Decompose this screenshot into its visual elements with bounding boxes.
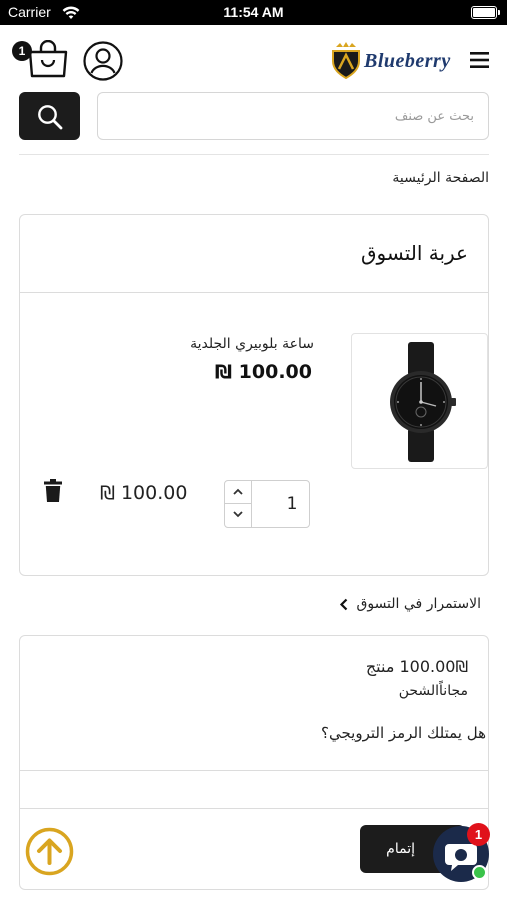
brand-logo[interactable]: Blueberry [330,41,455,81]
divider [20,808,488,809]
divider [20,770,488,771]
status-time: 11:54 AM [223,4,284,20]
line-total: ₪ 100.00 [100,482,188,504]
logo-text: Blueberry [364,50,451,72]
continue-shopping-link[interactable]: الاستمرار في التسوق [339,596,481,612]
chevron-left-icon [340,598,348,610]
product-price: ₪ 100.00 [214,361,312,383]
breadcrumb-home-link[interactable]: الصفحة الرئيسية [392,170,489,186]
shipping-cost: مجاناًالشحن [398,683,468,699]
quantity-step-buttons [225,481,252,527]
quantity-increase-button[interactable] [225,481,251,504]
hamburger-menu-icon[interactable] [470,52,489,72]
product-name-link[interactable]: ساعة بلوبيري الجلدية [190,336,314,352]
online-status-dot [472,865,487,880]
quantity-input[interactable] [253,481,309,527]
user-icon[interactable] [83,41,123,85]
cart-card: عربة التسوق ساعة بلوبيري الجلدية ₪ 100.0… [19,214,489,576]
arrow-up-circle-icon[interactable] [25,827,74,880]
chat-unread-badge: 1 [467,823,490,846]
quantity-stepper [224,480,310,528]
trash-icon[interactable] [44,479,62,506]
cart-title: عربة التسوق [361,241,468,265]
app-header: 1 Blueberry [0,25,507,95]
search-icon [38,105,63,130]
promo-code-toggle[interactable]: هل يمتلك الرمز الترويجي؟ [321,724,486,742]
product-image[interactable] [351,333,488,469]
divider [19,154,489,155]
cart-card-header: عربة التسوق [20,215,488,293]
search-input[interactable] [97,92,489,140]
products-subtotal: 100.00₪ منتج [365,657,468,676]
search-button[interactable] [19,92,80,140]
continue-shopping-label: الاستمرار في التسوق [356,596,481,612]
quantity-decrease-button[interactable] [225,504,251,527]
battery-icon [471,6,500,19]
chevron-up-icon [233,488,243,495]
chevron-down-icon [233,511,243,518]
cart-count-badge: 1 [12,41,32,61]
shopping-bag-icon[interactable] [26,39,70,82]
status-bar: Carrier 11:54 AM [0,0,507,25]
